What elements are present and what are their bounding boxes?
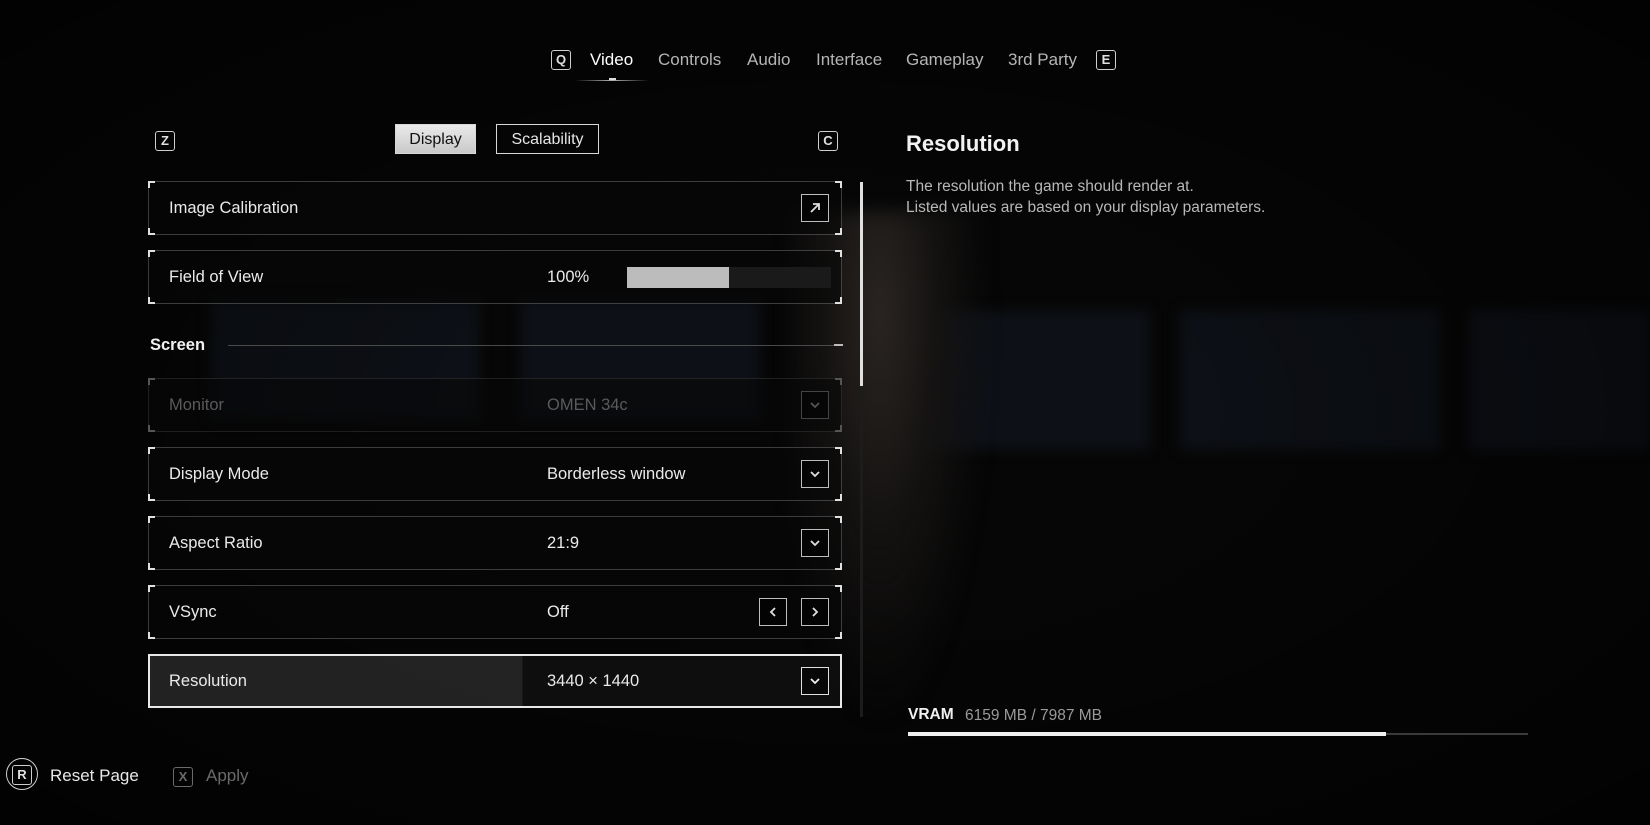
aspect-ratio-value: 21:9 (547, 534, 580, 552)
tab-gameplay[interactable]: Gameplay (906, 50, 983, 70)
vram-usage-bar (908, 732, 1528, 736)
info-description-line2: Listed values are based on your display … (906, 199, 1266, 216)
setting-field-of-view[interactable]: Field of View 100% (148, 250, 842, 304)
next-category-key[interactable]: E (1096, 50, 1116, 70)
resolution-value: 3440 × 1440 (547, 672, 640, 690)
apply-button[interactable]: Apply (206, 766, 249, 786)
chevron-left-icon[interactable] (759, 598, 787, 626)
fov-slider[interactable] (627, 267, 831, 288)
subtab-scalability[interactable]: Scalability (496, 124, 599, 154)
setting-resolution[interactable]: Resolution 3440 × 1440 (148, 654, 842, 708)
display-mode-value: Borderless window (547, 465, 686, 483)
fov-slider-fill (627, 267, 729, 288)
prev-subtab-key[interactable]: Z (155, 131, 175, 151)
tab-video[interactable]: Video (590, 50, 633, 70)
reset-page-button-icon[interactable]: R (6, 758, 38, 790)
section-title-screen: Screen (150, 336, 206, 354)
chevron-down-icon (801, 391, 829, 419)
setting-label: Image Calibration (169, 199, 299, 217)
setting-label: Resolution (169, 672, 247, 690)
setting-monitor: Monitor OMEN 34c (148, 378, 842, 432)
setting-label: Field of View (169, 268, 264, 286)
tab-controls[interactable]: Controls (658, 50, 721, 70)
next-subtab-key[interactable]: C (818, 131, 838, 151)
tab-audio[interactable]: Audio (747, 50, 790, 70)
setting-label: Display Mode (169, 465, 269, 483)
apply-key: X (173, 767, 193, 787)
subtab-display[interactable]: Display (395, 124, 476, 154)
vram-usage-fill (908, 732, 1387, 736)
prev-category-key[interactable]: Q (551, 50, 571, 70)
chevron-down-icon[interactable] (801, 667, 829, 695)
fov-value: 100% (547, 268, 590, 286)
tab-interface[interactable]: Interface (816, 50, 882, 70)
setting-label: Aspect Ratio (169, 534, 263, 552)
collapse-section-icon[interactable] (834, 344, 843, 346)
setting-vsync[interactable]: VSync Off (148, 585, 842, 639)
settings-scrollbar[interactable] (860, 182, 863, 717)
setting-aspect-ratio[interactable]: Aspect Ratio 21:9 (148, 516, 842, 570)
setting-image-calibration[interactable]: Image Calibration (148, 181, 842, 235)
arrow-up-right-icon[interactable] (801, 194, 829, 222)
info-description-line1: The resolution the game should render at… (906, 178, 1194, 195)
vram-label: VRAM (908, 706, 954, 723)
active-tab-underline (575, 80, 649, 81)
section-divider (228, 345, 840, 346)
scrollbar-thumb[interactable] (860, 182, 863, 386)
reset-key: R (12, 765, 32, 785)
setting-label: Monitor (169, 396, 225, 414)
top-nav: Q Video Controls Audio Interface Gamepla… (0, 44, 1650, 81)
setting-label: VSync (169, 603, 217, 621)
chevron-right-icon[interactable] (801, 598, 829, 626)
tab-3rd-party[interactable]: 3rd Party (1008, 50, 1077, 70)
active-tab-marker (609, 78, 616, 80)
chevron-down-icon[interactable] (801, 460, 829, 488)
vram-value: 6159 MB / 7987 MB (965, 707, 1102, 724)
setting-display-mode[interactable]: Display Mode Borderless window (148, 447, 842, 501)
chevron-down-icon[interactable] (801, 529, 829, 557)
info-title: Resolution (906, 131, 1020, 156)
monitor-value: OMEN 34c (547, 396, 628, 414)
reset-page-button[interactable]: Reset Page (50, 766, 139, 786)
vsync-value: Off (547, 603, 569, 621)
